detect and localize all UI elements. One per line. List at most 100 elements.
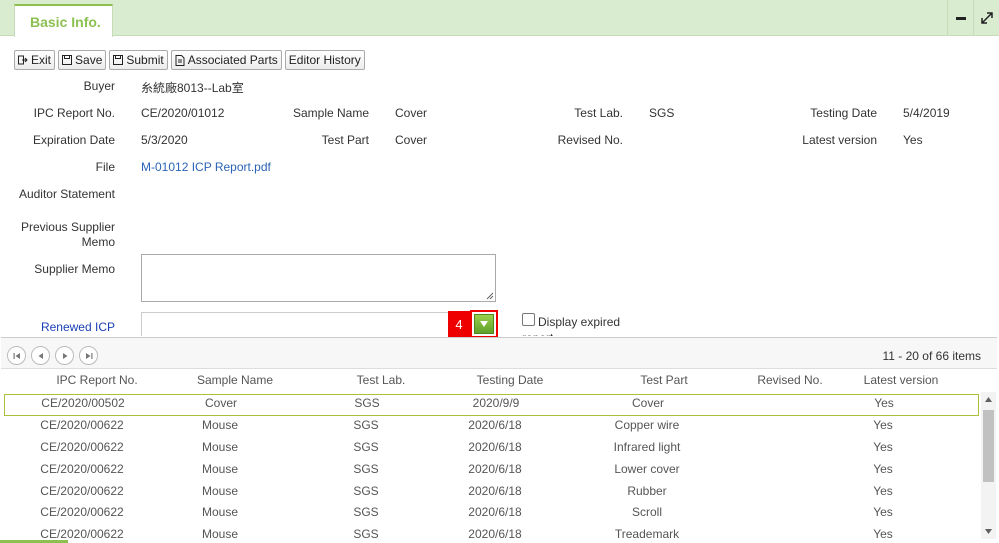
dropdown-arrow-box: [474, 314, 494, 334]
scroll-down-button[interactable]: [981, 524, 996, 539]
previous-supplier-memo-label-line1: Previous Supplier: [20, 220, 115, 234]
cell-test-part: Copper wire: [614, 418, 680, 432]
cell-test-part: Infrared light: [613, 440, 681, 454]
last-page-button[interactable]: [79, 346, 98, 365]
buyer-value: 糸統廠8013--Lab室: [141, 81, 244, 95]
column-header-test-lab[interactable]: Test Lab.: [357, 373, 406, 387]
column-header-sample-name[interactable]: Sample Name: [197, 373, 273, 387]
submit-icon: [113, 55, 124, 65]
column-header-test-part[interactable]: Test Part: [640, 373, 687, 387]
cell-ipc-report-no: CE/2020/00622: [40, 440, 124, 454]
renewed-icp-input[interactable]: [141, 312, 473, 336]
renewed-icp-label: Renewed ICP: [40, 320, 115, 334]
previous-supplier-memo-label-line2: Memo: [81, 235, 115, 249]
cell-ipc-report-no: CE/2020/00502: [41, 396, 125, 410]
ipc-report-no-value: CE/2020/01012: [141, 106, 225, 120]
submit-button[interactable]: Submit: [109, 50, 168, 70]
exit-button[interactable]: Exit: [14, 50, 56, 70]
associated-parts-button[interactable]: Associated Parts: [170, 50, 282, 70]
cell-latest-version: Yes: [873, 418, 893, 432]
latest-version-label: Latest version: [802, 133, 877, 147]
expand-icon: [980, 12, 993, 24]
scroll-down-icon: [985, 529, 992, 534]
cell-testing-date: 2020/6/18: [468, 505, 522, 519]
cell-latest-version: Yes: [873, 527, 893, 541]
editor-history-label: Editor History: [288, 53, 361, 67]
first-page-button[interactable]: [7, 346, 26, 365]
resize-grip-icon[interactable]: [486, 292, 494, 300]
expiration-date-value: 5/3/2020: [141, 133, 188, 147]
cell-testing-date: 2020/9/9: [472, 396, 520, 410]
table-row[interactable]: CE/2020/00622 Mouse SGS 2020/6/18 Lower …: [1, 458, 979, 480]
table-row[interactable]: CE/2020/00622 Mouse SGS 2020/6/18 Treade…: [1, 523, 979, 541]
cell-test-lab: SGS: [353, 484, 379, 498]
table-row[interactable]: CE/2020/00622 Mouse SGS 2020/6/18 Rubber…: [1, 480, 979, 502]
renewed-icp-dropdown-button[interactable]: [470, 310, 498, 338]
cell-testing-date: 2020/6/18: [468, 440, 522, 454]
supplier-memo-label: Supplier Memo: [34, 262, 115, 276]
tab-basic-info[interactable]: Basic Info.: [14, 4, 113, 37]
cell-latest-version: Yes: [873, 505, 893, 519]
save-button[interactable]: Save: [58, 50, 107, 70]
column-header-latest-version[interactable]: Latest version: [864, 373, 939, 387]
cell-sample-name: Mouse: [201, 505, 239, 519]
test-part-label: Test Part: [321, 133, 369, 147]
cell-test-lab: SGS: [353, 505, 379, 519]
column-header-testing-date[interactable]: Testing Date: [477, 373, 544, 387]
exit-label: Exit: [31, 53, 52, 67]
cell-latest-version: Yes: [873, 440, 893, 454]
table-row[interactable]: CE/2020/00622 Mouse SGS 2020/6/18 Infrar…: [1, 436, 979, 458]
grid-body: CE/2020/00502 Cover SGS 2020/9/9 Cover Y…: [1, 392, 981, 541]
cell-sample-name: Mouse: [201, 418, 239, 432]
cell-latest-version: Yes: [873, 484, 893, 498]
file-link[interactable]: M-01012 ICP Report.pdf: [141, 160, 271, 174]
auditor-statement-label: Auditor Statement: [18, 187, 115, 201]
grid-pager: 11 - 20 of 66 items: [1, 337, 997, 369]
display-expired-label-line2: report: [522, 331, 553, 336]
cell-testing-date: 2020/6/18: [468, 484, 522, 498]
cell-test-part: Lower cover: [614, 462, 680, 476]
cell-ipc-report-no: CE/2020/00622: [40, 462, 124, 476]
cell-sample-name: Mouse: [201, 484, 239, 498]
cell-test-part: Scroll: [631, 505, 663, 519]
next-page-button[interactable]: [55, 346, 74, 365]
scroll-up-button[interactable]: [981, 392, 996, 407]
document-icon: [175, 54, 185, 66]
column-header-revised-no[interactable]: Revised No.: [757, 373, 822, 387]
scrollbar-thumb[interactable]: [983, 410, 994, 482]
display-expired-label: Display expired: [538, 315, 621, 329]
table-row[interactable]: CE/2020/00622 Mouse SGS 2020/6/18 Copper…: [1, 414, 979, 436]
cell-test-lab: SGS: [353, 418, 379, 432]
test-lab-value: SGS: [649, 106, 675, 120]
tab-basic-info-label: Basic Info.: [30, 14, 101, 30]
cell-test-part: Rubber: [627, 484, 667, 498]
cell-sample-name: Mouse: [201, 462, 239, 476]
expiration-date-label: Expiration Date: [32, 133, 115, 147]
cell-ipc-report-no: CE/2020/00622: [40, 484, 124, 498]
expand-button[interactable]: [973, 0, 999, 36]
next-page-icon: [62, 352, 67, 359]
test-part-value: Cover: [395, 133, 428, 147]
revised-no-label: Revised No.: [557, 133, 623, 147]
cell-latest-version: Yes: [874, 396, 894, 410]
grid-header: IPC Report No. Sample Name Test Lab. Tes…: [1, 370, 997, 392]
test-lab-label: Test Lab.: [574, 106, 623, 120]
cell-latest-version: Yes: [873, 462, 893, 476]
cell-test-part: Cover: [631, 396, 665, 410]
column-header-ipc-report-no[interactable]: IPC Report No.: [56, 373, 137, 387]
table-row[interactable]: CE/2020/00622 Mouse SGS 2020/6/18 Scroll…: [1, 501, 979, 523]
grid-vertical-scrollbar[interactable]: [981, 392, 996, 539]
panel-header: Basic Info.: [0, 0, 999, 37]
display-expired-checkbox[interactable]: [522, 313, 535, 326]
previous-supplier-memo-label: Previous Supplier Memo: [21, 220, 115, 250]
table-row[interactable]: CE/2020/00502 Cover SGS 2020/9/9 Cover Y…: [4, 394, 979, 416]
minimize-button[interactable]: [947, 0, 973, 36]
supplier-memo-textarea[interactable]: [141, 254, 496, 302]
editor-history-button[interactable]: Editor History: [284, 50, 365, 70]
scroll-up-icon: [985, 397, 992, 402]
submit-label: Submit: [126, 53, 164, 67]
sample-name-label: Sample Name: [292, 106, 369, 120]
latest-version-value: Yes: [903, 133, 923, 147]
sample-name-value: Cover: [395, 106, 428, 120]
prev-page-button[interactable]: [31, 346, 50, 365]
